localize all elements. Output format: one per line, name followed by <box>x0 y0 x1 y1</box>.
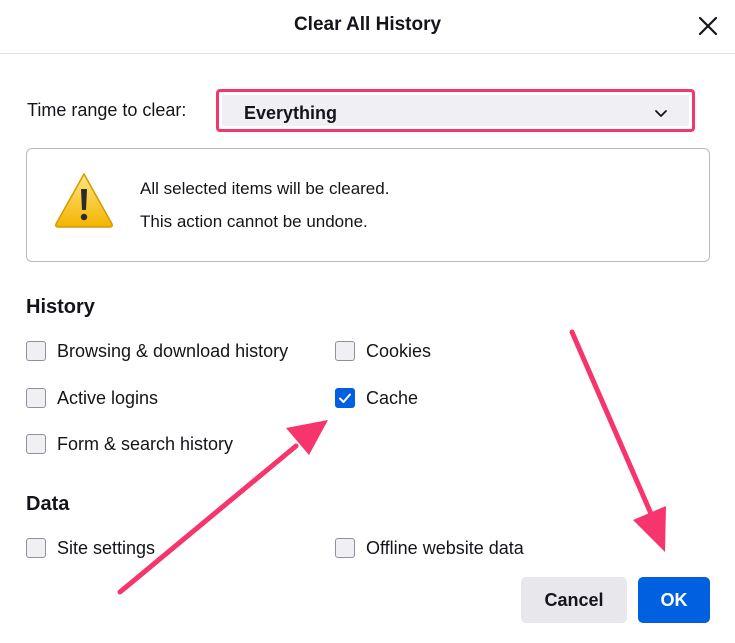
chevron-down-icon <box>653 105 669 121</box>
clear-history-dialog: Clear All History Time range to clear: E… <box>0 0 735 643</box>
warning-text-line1: All selected items will be cleared. <box>140 179 390 198</box>
time-range-value: Everything <box>244 103 338 123</box>
checkbox-cookies[interactable]: Cookies <box>335 338 431 364</box>
checkbox-site-settings[interactable]: Site settings <box>26 535 155 561</box>
warning-text-line2: This action cannot be undone. <box>140 212 368 231</box>
checkbox-label: Offline website data <box>366 537 524 558</box>
checkbox-label: Cache <box>366 387 419 408</box>
checkbox-label: Site settings <box>57 537 156 558</box>
checkbox-box[interactable] <box>26 388 46 408</box>
checkbox-box[interactable] <box>26 538 46 558</box>
ok-button[interactable]: OK <box>638 577 710 623</box>
checkbox-label: Form & search history <box>57 433 234 454</box>
time-range-select-field[interactable]: Everything <box>222 95 689 126</box>
data-section-title: Data <box>26 493 70 515</box>
checkbox-cache[interactable]: Cache <box>335 385 418 411</box>
annotation-arrow-to-ok <box>569 329 666 552</box>
warning-icon <box>53 171 115 229</box>
checkmark-icon <box>339 393 351 403</box>
dialog-titlebar: Clear All History <box>0 0 735 54</box>
history-section-title: History <box>26 296 95 318</box>
time-range-select[interactable]: Everything <box>216 89 695 132</box>
checkbox-label: Browsing & download history <box>57 340 289 361</box>
dialog-title: Clear All History <box>293 14 442 35</box>
close-icon[interactable] <box>694 12 722 40</box>
time-range-label: Time range to clear: <box>27 100 187 120</box>
checkbox-box[interactable] <box>26 341 46 361</box>
cancel-button[interactable]: Cancel <box>521 577 627 623</box>
checkbox-box[interactable] <box>335 538 355 558</box>
checkbox-label: Active logins <box>57 387 159 408</box>
checkbox-form-search-history[interactable]: Form & search history <box>26 431 233 457</box>
checkbox-box[interactable] <box>335 341 355 361</box>
checkbox-box[interactable] <box>26 434 46 454</box>
checkbox-box-checked[interactable] <box>335 388 355 408</box>
checkbox-browsing-history[interactable]: Browsing & download history <box>26 338 288 364</box>
warning-box: All selected items will be cleared. This… <box>26 148 710 262</box>
checkbox-offline-website-data[interactable]: Offline website data <box>335 535 524 561</box>
checkbox-label: Cookies <box>366 340 432 361</box>
checkbox-active-logins[interactable]: Active logins <box>26 385 158 411</box>
